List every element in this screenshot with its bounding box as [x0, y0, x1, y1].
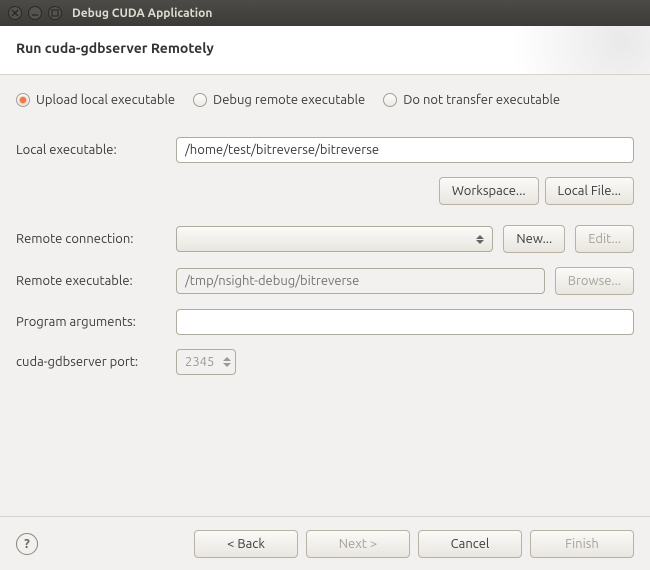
program-arguments-input[interactable] [176, 309, 634, 335]
radio-upload-local[interactable]: Upload local executable [16, 93, 175, 107]
help-button[interactable]: ? [16, 533, 38, 555]
page-title: Run cuda-gdbserver Remotely [16, 40, 634, 56]
wizard-content: Upload local executable Debug remote exe… [0, 75, 650, 375]
browse-button: Browse... [555, 267, 634, 295]
gdb-port-stepper: 2345 [176, 349, 236, 375]
workspace-button[interactable]: Workspace... [439, 177, 539, 205]
radio-icon [383, 93, 397, 107]
close-icon[interactable] [8, 6, 22, 20]
radio-label: Upload local executable [36, 93, 175, 107]
remote-executable-label: Remote executable: [16, 274, 166, 288]
radio-label: Debug remote executable [213, 93, 365, 107]
gdb-port-label: cuda-gdbserver port: [16, 355, 166, 369]
radio-label: Do not transfer executable [403, 93, 560, 107]
gdb-port-value: 2345 [185, 355, 223, 369]
wizard-header: Run cuda-gdbserver Remotely [0, 26, 650, 75]
radio-no-transfer[interactable]: Do not transfer executable [383, 93, 560, 107]
cancel-button[interactable]: Cancel [418, 530, 522, 558]
local-executable-input[interactable] [176, 137, 634, 163]
finish-button: Finish [530, 530, 634, 558]
local-file-button[interactable]: Local File... [545, 177, 634, 205]
wizard-footer: ? < Back Next > Cancel Finish [0, 516, 650, 570]
transfer-mode-group: Upload local executable Debug remote exe… [16, 93, 634, 107]
new-connection-button[interactable]: New... [503, 225, 565, 253]
back-button[interactable]: < Back [194, 530, 298, 558]
chevron-updown-icon [476, 235, 486, 244]
radio-icon [193, 93, 207, 107]
next-button: Next > [306, 530, 410, 558]
maximize-icon[interactable] [48, 6, 62, 20]
window-title: Debug CUDA Application [72, 7, 212, 20]
titlebar: Debug CUDA Application [0, 0, 650, 26]
remote-executable-input [176, 268, 545, 294]
remote-connection-label: Remote connection: [16, 232, 166, 246]
program-arguments-label: Program arguments: [16, 315, 166, 329]
radio-icon [16, 93, 30, 107]
edit-connection-button: Edit... [575, 225, 634, 253]
local-executable-label: Local executable: [16, 143, 166, 157]
radio-debug-remote[interactable]: Debug remote executable [193, 93, 365, 107]
remote-connection-select[interactable] [176, 226, 493, 252]
stepper-arrows-icon [223, 357, 231, 367]
minimize-icon[interactable] [28, 6, 42, 20]
